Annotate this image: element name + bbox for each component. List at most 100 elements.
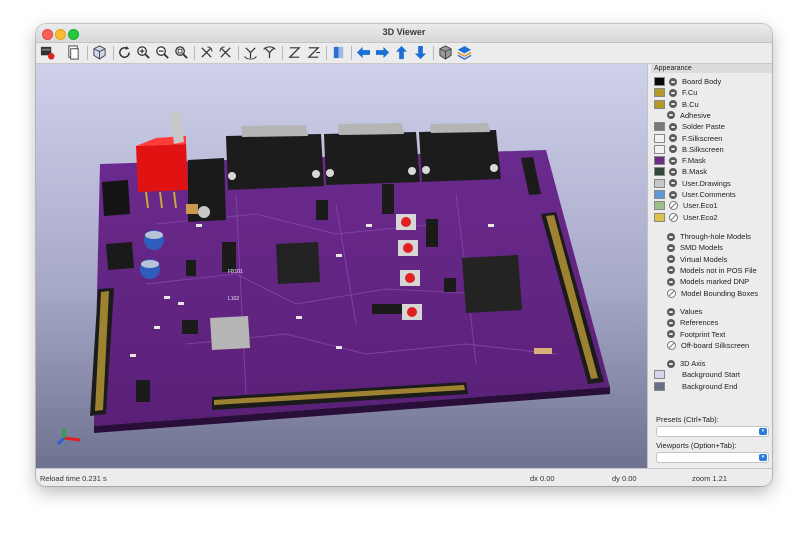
color-swatch[interactable] bbox=[654, 88, 665, 98]
eye-icon[interactable] bbox=[669, 134, 677, 142]
model-row[interactable]: Through-hole Models bbox=[654, 231, 751, 242]
eye-icon[interactable] bbox=[667, 111, 675, 120]
eye-icon[interactable] bbox=[669, 88, 677, 97]
db9-connector-1 bbox=[226, 125, 324, 190]
text-row[interactable]: References bbox=[654, 317, 718, 328]
eye-icon[interactable] bbox=[669, 156, 677, 165]
eye-icon[interactable] bbox=[667, 266, 675, 275]
zoom-out-icon[interactable] bbox=[154, 44, 171, 61]
option-row[interactable]: 3D Axis bbox=[654, 358, 705, 369]
option-row[interactable]: Background End bbox=[654, 381, 737, 392]
silkscreen-label: FB101 bbox=[228, 269, 243, 275]
eye-hidden-icon[interactable] bbox=[667, 340, 676, 350]
pan-right-icon[interactable] bbox=[374, 44, 391, 61]
layer-label: Off-board Silkscreen bbox=[681, 340, 750, 350]
layer-row[interactable]: User.Eco1 bbox=[654, 200, 718, 211]
layer-row[interactable]: F.Mask bbox=[654, 155, 706, 166]
text-row[interactable]: Footprint Text bbox=[654, 329, 725, 340]
layer-row[interactable]: Adhesive bbox=[654, 110, 711, 121]
eye-icon[interactable] bbox=[669, 190, 677, 199]
viewports-label: Viewports (Option+Tab): bbox=[656, 441, 737, 450]
3d-viewport[interactable]: FB101 L102 bbox=[36, 64, 647, 468]
eye-icon[interactable] bbox=[667, 359, 675, 368]
pan-left-icon[interactable] bbox=[355, 44, 372, 61]
layer-row[interactable]: User.Comments bbox=[654, 189, 736, 200]
layer-row[interactable]: B.Mask bbox=[654, 166, 707, 177]
color-swatch[interactable] bbox=[654, 370, 665, 380]
eye-icon[interactable] bbox=[669, 122, 677, 131]
color-swatch[interactable] bbox=[654, 167, 665, 177]
rotate-y-cw-icon[interactable] bbox=[242, 44, 259, 61]
zoom-in-icon[interactable] bbox=[135, 44, 152, 61]
eye-icon[interactable] bbox=[667, 243, 675, 252]
rotate-z-cw-icon[interactable] bbox=[286, 44, 303, 61]
option-row[interactable]: Background Start bbox=[654, 369, 740, 380]
eye-icon[interactable] bbox=[669, 100, 677, 109]
color-swatch[interactable] bbox=[654, 178, 665, 188]
eye-icon[interactable] bbox=[669, 179, 677, 188]
eye-icon[interactable] bbox=[667, 318, 675, 327]
model-row[interactable]: Virtual Models bbox=[654, 254, 727, 265]
reload-icon[interactable] bbox=[116, 44, 133, 61]
color-swatch[interactable] bbox=[654, 201, 665, 211]
layer-row[interactable]: F.Silkscreen bbox=[654, 133, 722, 144]
layer-row[interactable]: User.Eco2 bbox=[654, 212, 718, 223]
pan-up-icon[interactable] bbox=[393, 44, 410, 61]
zoom-fit-icon[interactable] bbox=[173, 44, 190, 61]
eye-icon[interactable] bbox=[667, 307, 675, 316]
color-swatch[interactable] bbox=[654, 122, 665, 132]
eye-hidden-icon[interactable] bbox=[667, 288, 676, 298]
model-row[interactable]: Model Bounding Boxes bbox=[654, 288, 758, 299]
flip-board-icon[interactable] bbox=[330, 44, 347, 61]
layer-row[interactable]: Solder Paste bbox=[654, 121, 725, 132]
layer-label: Solder Paste bbox=[682, 122, 725, 132]
layer-row[interactable]: B.Silkscreen bbox=[654, 144, 724, 155]
swatch-spacer bbox=[654, 290, 663, 297]
layer-label: F.Cu bbox=[682, 88, 698, 98]
layer-row[interactable]: B.Cu bbox=[654, 99, 699, 110]
color-swatch[interactable] bbox=[654, 133, 665, 143]
pan-down-icon[interactable] bbox=[412, 44, 429, 61]
rotate-x-cw-icon[interactable] bbox=[198, 44, 215, 61]
rotate-x-ccw-icon[interactable] bbox=[217, 44, 234, 61]
model-row[interactable]: Models not in POS File bbox=[654, 265, 757, 276]
color-swatch[interactable] bbox=[654, 212, 665, 222]
model-row[interactable]: SMD Models bbox=[654, 242, 723, 253]
swatch-spacer bbox=[654, 308, 663, 315]
layer-label: Values bbox=[680, 307, 703, 316]
metal-shield bbox=[210, 316, 250, 350]
layer-row[interactable]: User.Drawings bbox=[654, 178, 731, 189]
eye-hidden-icon[interactable] bbox=[669, 201, 678, 211]
eye-hidden-icon[interactable] bbox=[669, 212, 678, 222]
text-row[interactable]: Values bbox=[654, 306, 702, 317]
copy-icon[interactable] bbox=[65, 44, 82, 61]
color-swatch[interactable] bbox=[654, 144, 665, 154]
rotate-y-ccw-icon[interactable] bbox=[261, 44, 278, 61]
ortho-box-icon[interactable] bbox=[437, 44, 454, 61]
color-swatch[interactable] bbox=[654, 77, 665, 86]
board-layers-icon[interactable] bbox=[39, 44, 56, 61]
eye-icon[interactable] bbox=[667, 330, 675, 339]
eye-icon[interactable] bbox=[667, 277, 675, 286]
color-swatch[interactable] bbox=[654, 190, 665, 199]
eye-icon[interactable] bbox=[667, 255, 675, 264]
rotate-z-ccw-icon[interactable] bbox=[305, 44, 322, 61]
eye-icon[interactable] bbox=[669, 167, 677, 176]
text-row[interactable]: Off-board Silkscreen bbox=[654, 340, 749, 351]
layer-label: B.Mask bbox=[682, 167, 708, 177]
eye-icon[interactable] bbox=[669, 145, 677, 154]
layer-row[interactable]: F.Cu bbox=[654, 87, 697, 98]
eye-icon[interactable] bbox=[667, 232, 675, 241]
color-swatch[interactable] bbox=[654, 99, 665, 109]
viewports-select[interactable]: ▾ bbox=[656, 452, 769, 463]
layer-stack-icon[interactable] bbox=[456, 44, 473, 61]
layer-label: F.Silkscreen bbox=[682, 133, 723, 143]
layer-row[interactable]: Board Body bbox=[654, 76, 721, 87]
color-swatch[interactable] bbox=[654, 156, 665, 166]
3d-box-icon[interactable] bbox=[91, 44, 108, 61]
color-swatch[interactable] bbox=[654, 381, 665, 391]
presets-select[interactable]: ▾ bbox=[656, 426, 769, 437]
model-row[interactable]: Models marked DNP bbox=[654, 276, 749, 287]
eye-icon[interactable] bbox=[669, 77, 677, 86]
toolbar-separator bbox=[113, 46, 114, 60]
